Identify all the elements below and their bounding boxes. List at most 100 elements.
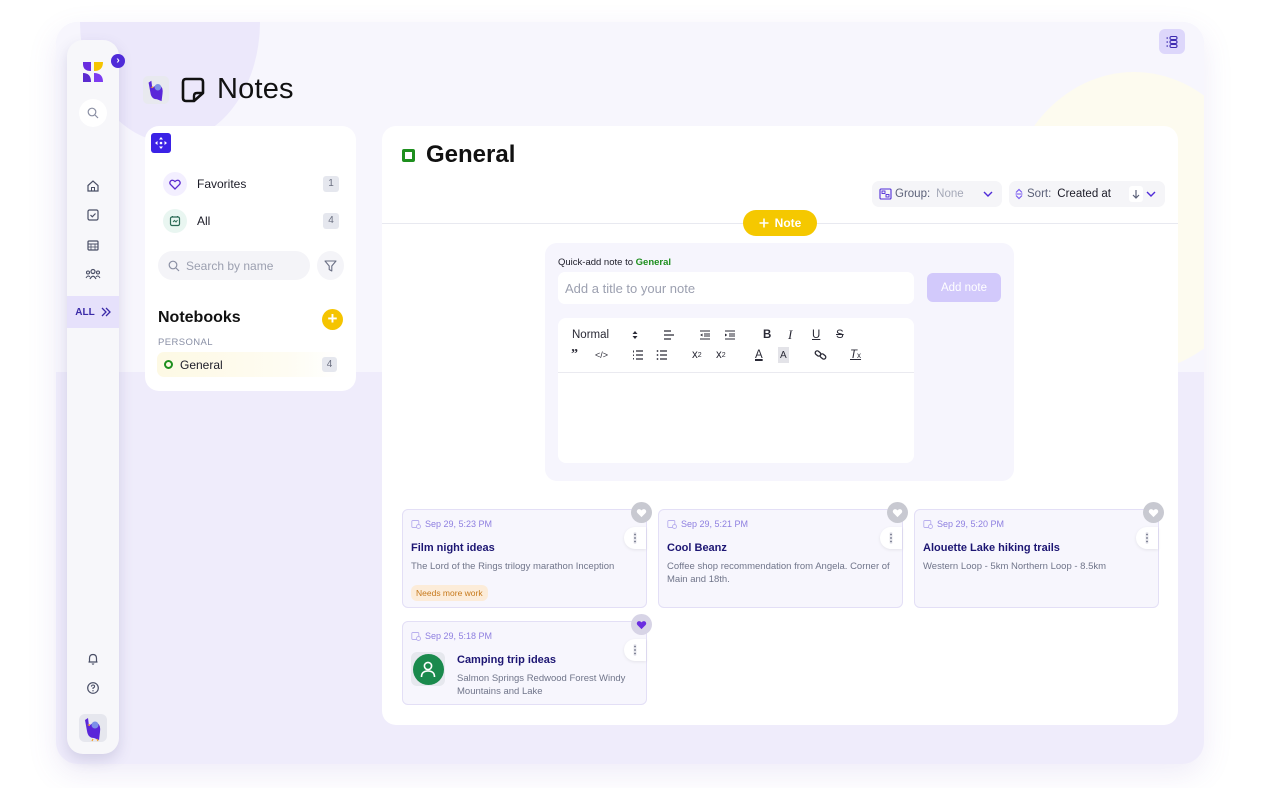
notebook-title: General <box>426 141 516 168</box>
note-menu-button[interactable] <box>880 527 902 549</box>
note-card[interactable]: Sep 29, 5:23 PM Film night ideas The Lor… <box>402 502 652 608</box>
sort-direction-button[interactable] <box>1129 186 1143 202</box>
mascot-icon <box>143 75 169 104</box>
note-title: Camping trip ideas <box>457 654 557 666</box>
rail-all-label: ALL <box>75 306 95 318</box>
expand-rail-button[interactable]: › <box>111 54 125 68</box>
note-card[interactable]: Sep 29, 5:18 PM Camping trip ideas Salmo… <box>402 614 652 705</box>
subscript-icon[interactable]: x2 <box>692 347 702 363</box>
arrow-down-icon <box>1132 190 1140 199</box>
filter-icon <box>324 259 337 272</box>
count-badge: 1 <box>323 176 339 192</box>
calendar-icon <box>87 240 99 251</box>
code-block-icon[interactable]: </> <box>595 347 608 363</box>
note-card[interactable]: Sep 29, 5:21 PM Cool Beanz Coffee shop r… <box>658 502 908 608</box>
bold-icon[interactable]: B <box>763 327 771 343</box>
calendar-clock-icon <box>923 520 933 529</box>
rail-item-help[interactable] <box>84 679 102 697</box>
note-tag[interactable]: Needs more work <box>411 585 488 601</box>
align-icon[interactable] <box>663 327 675 343</box>
sort-icon <box>1015 188 1023 200</box>
move-icon <box>155 137 167 149</box>
person-icon <box>420 661 436 677</box>
rail-all-button[interactable]: ALL <box>67 296 119 328</box>
more-vertical-icon <box>1145 532 1149 544</box>
favorite-toggle[interactable] <box>631 614 652 635</box>
note-menu-button[interactable] <box>624 639 646 661</box>
italic-icon[interactable]: I <box>788 327 792 343</box>
app-logo[interactable] <box>81 60 105 84</box>
mascot-bird-icon <box>85 718 101 742</box>
note-menu-button[interactable] <box>624 527 646 549</box>
add-note-submit-button[interactable]: Add note <box>927 273 1001 302</box>
view-settings-button[interactable] <box>1159 29 1185 54</box>
heading-select[interactable]: Normal <box>572 327 609 343</box>
rail-item-team[interactable] <box>84 265 102 283</box>
rail-item-notifications[interactable] <box>84 650 102 668</box>
group-value: None <box>936 188 964 200</box>
sidebar-item-favorites[interactable]: Favorites 1 <box>163 170 339 198</box>
add-note-button[interactable]: Note <box>743 210 817 236</box>
help-icon <box>87 682 99 694</box>
indent-icon[interactable] <box>724 327 736 343</box>
text-color-icon[interactable]: A <box>755 347 763 363</box>
select-arrows-icon[interactable] <box>632 327 638 343</box>
quick-add-notebook: General <box>635 257 672 268</box>
filter-button[interactable] <box>317 251 344 280</box>
calendar-clock-icon <box>667 520 677 529</box>
sidebar-item-all[interactable]: All 4 <box>163 207 339 235</box>
home-icon <box>87 180 99 192</box>
note-excerpt: Western Loop - 5km Northern Loop - 8.5km <box>923 561 1107 572</box>
note-card[interactable]: Sep 29, 5:20 PM Alouette Lake hiking tra… <box>914 502 1164 608</box>
note-excerpt: Salmon Springs Redwood Forest Windy Moun… <box>457 673 626 697</box>
sort-dropdown[interactable]: Sort: Created at <box>1009 181 1165 207</box>
note-date: Sep 29, 5:18 PM <box>411 631 492 641</box>
sort-label: Sort: <box>1027 188 1052 200</box>
outdent-icon[interactable] <box>699 327 711 343</box>
superscript-icon[interactable]: x2 <box>716 347 726 363</box>
rail-search-button[interactable] <box>79 99 107 127</box>
sticky-note-icon <box>181 77 205 102</box>
note-date: Sep 29, 5:20 PM <box>923 519 1004 529</box>
notebook-section-label: PERSONAL <box>158 337 213 348</box>
group-dropdown[interactable]: Group: None <box>872 181 1002 207</box>
notebook-search[interactable] <box>158 251 310 280</box>
drag-handle[interactable] <box>151 133 171 153</box>
note-title-input[interactable] <box>558 272 914 304</box>
note-body-editor[interactable] <box>558 374 914 462</box>
bullet-list-icon[interactable] <box>656 347 668 363</box>
left-rail: › ALL <box>67 40 125 754</box>
favorite-toggle[interactable] <box>631 502 652 523</box>
double-chevron-right-icon <box>101 307 111 317</box>
blockquote-icon[interactable]: ” <box>571 347 578 363</box>
strikethrough-icon[interactable]: S <box>836 327 844 343</box>
heart-icon <box>636 508 647 517</box>
quick-add-prefix: Quick-add note to <box>558 257 633 268</box>
chevron-right-icon: › <box>116 55 120 66</box>
underline-icon[interactable]: U <box>812 327 820 343</box>
rail-item-home[interactable] <box>84 177 102 195</box>
notes-sidebar: Favorites 1 All 4 Notebooks + PERSONAL G… <box>145 126 356 391</box>
favorite-toggle[interactable] <box>887 502 908 523</box>
search-input[interactable] <box>186 258 296 273</box>
ordered-list-icon[interactable] <box>632 347 644 363</box>
notebook-item-general[interactable]: General 4 <box>157 352 341 377</box>
favorite-toggle[interactable] <box>1143 502 1164 523</box>
sort-value: Created at <box>1057 188 1111 200</box>
note-menu-button[interactable] <box>1136 527 1158 549</box>
background-color-icon[interactable]: A <box>778 347 789 363</box>
search-icon <box>168 260 180 271</box>
rail-item-tasks[interactable] <box>84 206 102 224</box>
link-icon[interactable] <box>814 347 827 363</box>
note-date: Sep 29, 5:23 PM <box>411 519 492 529</box>
rail-item-calendar[interactable] <box>84 236 102 254</box>
rich-text-editor: Normal B I U S ” </> x2 x2 A A Tx <box>558 318 914 463</box>
add-notebook-button[interactable]: + <box>322 309 343 330</box>
note-date-text: Sep 29, 5:20 PM <box>937 519 1005 529</box>
user-avatar[interactable] <box>79 714 107 742</box>
page-title: Notes <box>217 73 294 105</box>
heart-icon <box>892 508 903 517</box>
heart-icon <box>163 172 187 196</box>
clear-format-icon[interactable]: Tx <box>850 347 861 363</box>
heart-icon <box>1148 508 1159 517</box>
